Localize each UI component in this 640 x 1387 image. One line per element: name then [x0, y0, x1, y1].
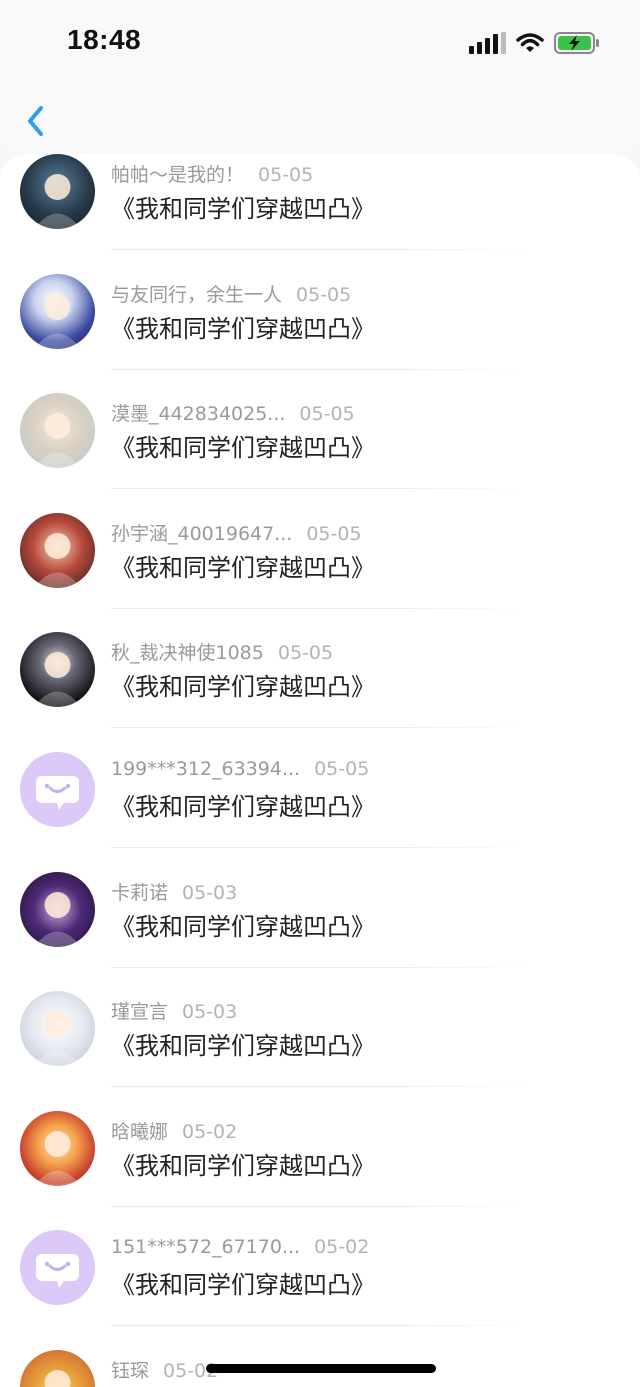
list-item[interactable]: 199***312_63394... 05-05 《我和同学们穿越凹凸》 [0, 710, 640, 848]
item-meta: 卡莉诺 05-03 [111, 878, 237, 905]
username[interactable]: 秋_裁决神使1085 [111, 642, 264, 664]
username[interactable]: 晗曦娜 [111, 1121, 168, 1143]
post-date: 05-05 [314, 758, 370, 780]
post-date: 05-05 [306, 522, 362, 545]
wifi-icon [516, 33, 544, 52]
chat-bubble-icon [36, 776, 79, 810]
list-item[interactable]: 漠墨_442834025... 05-05 《我和同学们穿越凹凸》 [0, 351, 640, 490]
cellular-signal-icon [469, 32, 506, 54]
list-item[interactable]: 晗曦娜 05-02 《我和同学们穿越凹凸》 [0, 1069, 640, 1207]
anime-character-icon [34, 652, 81, 708]
username[interactable]: 151***572_67170... [111, 1236, 300, 1258]
item-meta: 帕帕～是我的！ 05-05 [111, 160, 313, 187]
post-date: 05-03 [182, 1001, 238, 1024]
username[interactable]: 瑾宣言 [111, 1001, 168, 1023]
anime-character-icon [34, 891, 81, 947]
post-date: 05-02 [182, 1120, 238, 1143]
top-header: 18:48 [0, 0, 640, 154]
book-title[interactable]: 《我和同学们穿越凹凸》 [111, 1265, 375, 1300]
user-avatar[interactable] [20, 632, 95, 708]
username[interactable]: 与友同行，余生一人 [111, 284, 282, 306]
book-title[interactable]: 《我和同学们穿越凹凸》 [111, 189, 375, 224]
username[interactable]: 钰琛 [111, 1360, 149, 1382]
post-date: 05-05 [258, 164, 314, 186]
post-date: 05-05 [299, 403, 355, 426]
anime-character-icon [34, 1130, 81, 1186]
item-meta: 瑾宣言 05-03 [111, 997, 237, 1024]
list-item[interactable]: 帕帕～是我的！ 05-05 《我和同学们穿越凹凸》 [0, 154, 640, 250]
book-title[interactable]: 《我和同学们穿越凹凸》 [111, 548, 375, 583]
book-title[interactable]: 《我和同学们穿越凹凸》 [111, 309, 375, 344]
book-title[interactable]: 《我和同学们穿越凹凸》 [111, 787, 375, 822]
list-item[interactable]: 瑾宣言 05-03 《我和同学们穿越凹凸》 [0, 949, 640, 1088]
book-title[interactable]: 《我和同学们穿越凹凸》 [111, 1146, 375, 1181]
post-date: 05-03 [182, 881, 238, 904]
username[interactable]: 帕帕～是我的！ [111, 164, 244, 186]
item-meta: 孙宇涵_40019647... 05-05 [111, 519, 362, 546]
post-date: 05-05 [277, 642, 334, 665]
user-avatar[interactable] [20, 393, 95, 469]
book-title[interactable]: 《我和同学们穿越凹凸》 [111, 667, 375, 702]
list-item[interactable]: 与友同行，余生一人 05-05 《我和同学们穿越凹凸》 [0, 232, 640, 370]
status-time: 18:48 [67, 24, 142, 55]
username[interactable]: 卡莉诺 [111, 882, 168, 904]
user-avatar[interactable] [20, 991, 95, 1067]
list-item[interactable]: 151***572_67170... 05-02 《我和同学们穿越凹凸》 [0, 1188, 640, 1327]
status-icons [469, 30, 600, 56]
list-item[interactable]: 秋_裁决神使1085 05-05 《我和同学们穿越凹凸》 [0, 590, 640, 729]
user-avatar[interactable] [20, 1230, 95, 1306]
user-avatar[interactable] [20, 154, 95, 229]
book-title[interactable]: 《我和同学们穿越凹凸》 [111, 907, 375, 942]
username[interactable]: 漠墨_442834025... [111, 403, 285, 425]
anime-character-icon [34, 1011, 81, 1067]
item-meta: 151***572_67170... 05-02 [111, 1236, 369, 1258]
chat-bubble-icon [36, 1254, 79, 1289]
list-item[interactable]: 卡莉诺 05-03 《我和同学们穿越凹凸》 [0, 830, 640, 968]
user-avatar[interactable] [20, 871, 95, 947]
anime-character-icon [34, 413, 81, 469]
username[interactable]: 199***312_63394... [111, 758, 300, 780]
user-avatar[interactable] [20, 752, 95, 827]
username[interactable]: 孙宇涵_40019647... [111, 523, 292, 545]
user-avatar[interactable] [20, 512, 95, 588]
book-title[interactable]: 《我和同学们穿越凹凸》 [111, 428, 375, 463]
reply-list: 帕帕～是我的！ 05-05 《我和同学们穿越凹凸》 与友同行，余生一人 05-05 《我和… [0, 154, 640, 1387]
back-chevron-icon[interactable] [22, 102, 50, 140]
item-meta: 钰琛 05-02 [111, 1356, 218, 1383]
anime-character-icon [34, 293, 81, 349]
battery-charging-icon [554, 32, 599, 54]
user-avatar[interactable] [20, 1350, 95, 1387]
home-indicator [206, 1364, 436, 1373]
item-meta: 漠墨_442834025... 05-05 [111, 399, 355, 426]
item-meta: 秋_裁决神使1085 05-05 [111, 638, 333, 665]
item-meta: 199***312_63394... 05-05 [111, 758, 369, 780]
book-title[interactable]: 《我和同学们穿越凹凸》 [111, 1026, 375, 1061]
anime-character-icon [44, 1370, 71, 1387]
anime-character-icon [34, 174, 81, 229]
post-date: 05-05 [296, 283, 352, 306]
user-avatar[interactable] [20, 273, 95, 349]
item-meta: 晗曦娜 05-02 [111, 1117, 237, 1144]
item-meta: 与友同行，余生一人 05-05 [111, 280, 351, 307]
list-item[interactable]: 钰琛 05-02 [0, 1308, 640, 1387]
list-item[interactable]: 孙宇涵_40019647... 05-05 《我和同学们穿越凹凸》 [0, 471, 640, 609]
post-date: 05-02 [314, 1236, 370, 1259]
user-avatar[interactable] [20, 1110, 95, 1186]
anime-character-icon [34, 532, 81, 588]
